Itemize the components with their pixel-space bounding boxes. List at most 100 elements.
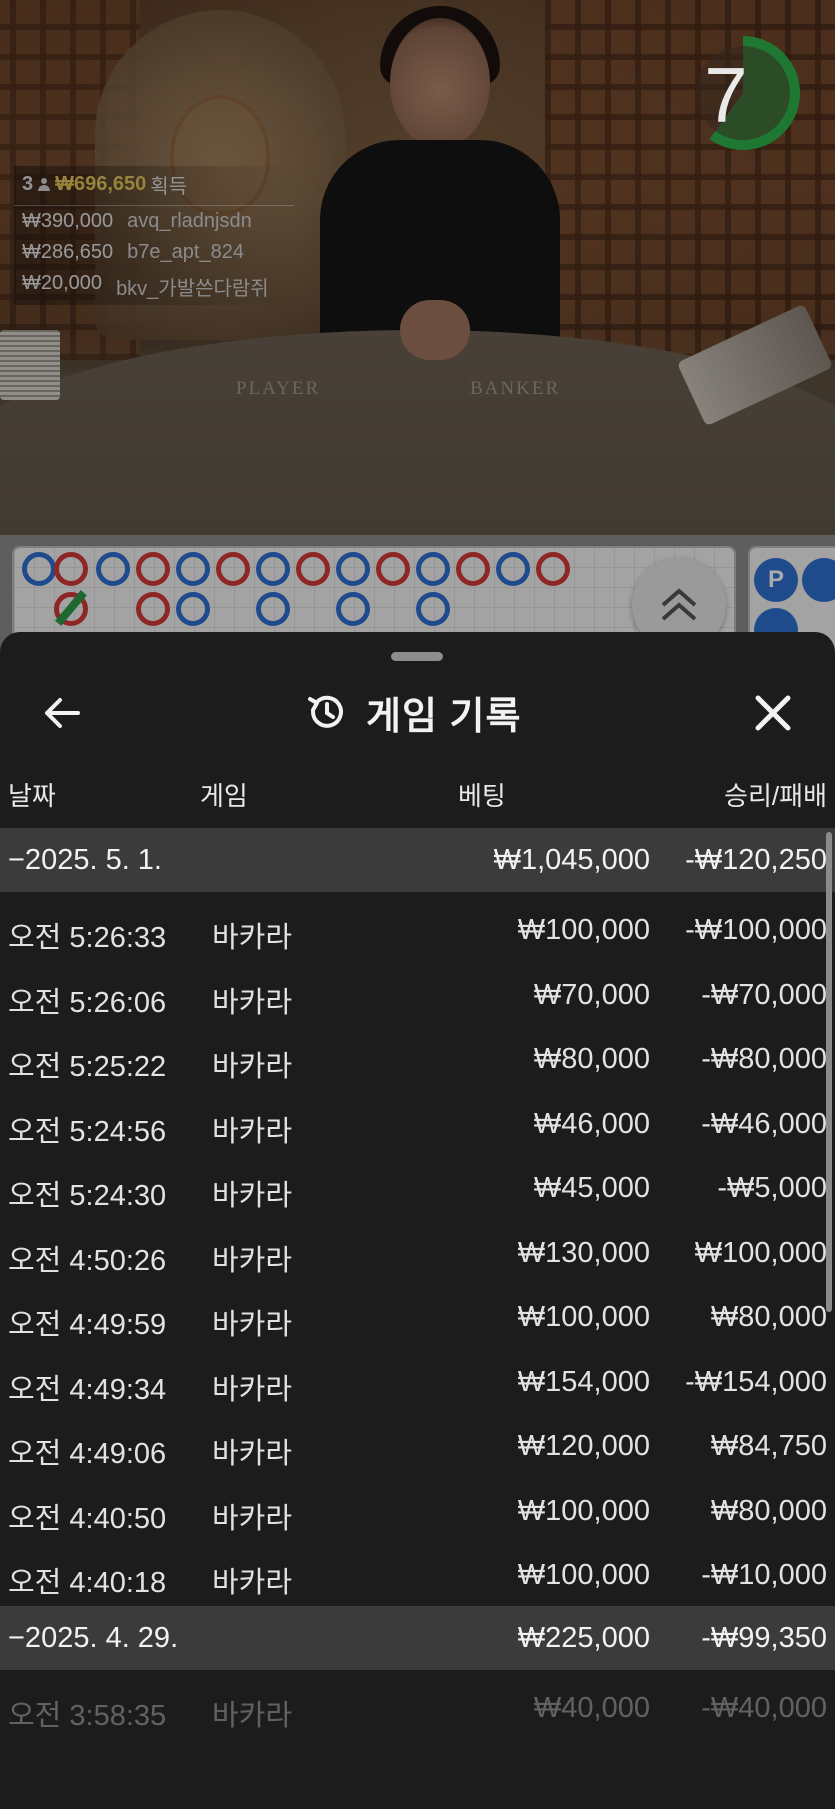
player-ring bbox=[96, 552, 130, 586]
history-result: ₩80,000 bbox=[710, 1494, 827, 1527]
history-game: 바카라 bbox=[212, 1373, 293, 1406]
history-game: 바카라 bbox=[212, 986, 293, 1019]
winners-header: 3 ₩696,650 획득 bbox=[14, 166, 294, 206]
history-time: 오전 4:49:34 bbox=[8, 1373, 167, 1406]
history-bet: ₩70,000 bbox=[533, 978, 650, 1011]
history-bet: ₩80,000 bbox=[533, 1043, 650, 1075]
banker-ring bbox=[54, 552, 88, 586]
history-game: 바카라 bbox=[212, 1309, 293, 1341]
history-bet: ₩154,000 bbox=[517, 1365, 650, 1398]
history-game: 바카라 bbox=[212, 1115, 293, 1148]
group-date: −2025. 5. 1. bbox=[8, 844, 162, 876]
player-ring bbox=[256, 592, 290, 626]
history-result: ₩80,000 bbox=[710, 1301, 827, 1333]
column-header-bet: 베팅 bbox=[458, 781, 506, 811]
history-row[interactable]: 오전 5:24:30 바카라 ₩45,000 -₩5,000 bbox=[0, 1154, 835, 1219]
group-result-total: -₩99,350 bbox=[701, 1621, 827, 1654]
banker-ring bbox=[136, 552, 170, 586]
dealer-head bbox=[390, 18, 490, 148]
history-time: 오전 5:26:06 bbox=[8, 986, 167, 1019]
banker-ring bbox=[536, 552, 570, 586]
history-time: 오전 5:24:30 bbox=[8, 1180, 167, 1212]
banker-ring bbox=[216, 552, 250, 586]
winner-user: bkv_가발쓴다람쥐 bbox=[116, 278, 269, 300]
winners-total: ₩696,650 bbox=[55, 173, 147, 195]
history-time: 오전 3:58:35 bbox=[8, 1699, 167, 1732]
history-bet: ₩45,000 bbox=[533, 1172, 650, 1204]
sheet-title-group: 게임 기록 bbox=[304, 686, 521, 738]
history-row[interactable]: 오전 4:49:59 바카라 ₩100,000 ₩80,000 bbox=[0, 1283, 835, 1348]
back-arrow-icon bbox=[45, 698, 80, 728]
winner-user: avq_rladnjsdn bbox=[127, 210, 252, 232]
history-bet: ₩130,000 bbox=[517, 1236, 650, 1269]
winners-panel: 3 ₩696,650 획득 ₩390,000 avq_rladnjsdn ₩28… bbox=[14, 166, 294, 305]
close-button[interactable] bbox=[748, 688, 798, 738]
card-stack bbox=[0, 330, 60, 400]
winner-row: ₩20,000 bkv_가발쓴다람쥐 bbox=[14, 268, 294, 305]
history-game: 바카라 bbox=[212, 1180, 293, 1212]
history-game: 바카라 bbox=[212, 922, 293, 954]
player-ring bbox=[416, 592, 450, 626]
group-result-total: -₩120,250 bbox=[685, 844, 827, 876]
history-result: ₩100,000 bbox=[694, 1236, 827, 1269]
history-row[interactable]: 오전 5:25:22 바카라 ₩80,000 -₩80,000 bbox=[0, 1025, 835, 1090]
history-row[interactable]: 오전 4:49:06 바카라 ₩120,000 ₩84,750 bbox=[0, 1412, 835, 1477]
history-row[interactable]: 오전 5:24:56 바카라 ₩46,000 -₩46,000 bbox=[0, 1090, 835, 1155]
history-bet: ₩100,000 bbox=[517, 914, 650, 946]
history-game: 바카라 bbox=[212, 1502, 293, 1535]
player-ring bbox=[176, 552, 210, 586]
sheet-title: 게임 기록 bbox=[366, 695, 522, 738]
winner-amount: ₩390,000 bbox=[22, 210, 114, 232]
history-time: 오전 4:40:18 bbox=[8, 1567, 167, 1599]
history-time: 오전 4:50:26 bbox=[8, 1244, 167, 1277]
player-ring bbox=[336, 552, 370, 586]
scrollbar[interactable] bbox=[826, 832, 832, 1312]
history-bet: ₩100,000 bbox=[517, 1301, 650, 1333]
date-group-row[interactable]: −2025. 4. 29. ₩225,000 -₩99,350 bbox=[0, 1605, 835, 1670]
history-game: 바카라 bbox=[212, 1699, 293, 1732]
history-time: 오전 5:24:56 bbox=[8, 1115, 167, 1148]
history-row[interactable]: 오전 5:26:33 바카라 ₩100,000 -₩100,000 bbox=[0, 896, 835, 961]
history-row[interactable]: 오전 4:40:18 바카라 ₩100,000 -₩10,000 bbox=[0, 1541, 835, 1606]
history-bet: ₩46,000 bbox=[533, 1107, 650, 1140]
table-label-banker: BANKER bbox=[470, 378, 561, 399]
winner-user: b7e_apt_824 bbox=[127, 241, 244, 263]
winners-suffix: 획득 bbox=[150, 176, 188, 198]
history-row[interactable]: 오전 3:58:35 바카라 ₩40,000 -₩40,000 bbox=[0, 1674, 835, 1739]
history-row[interactable]: 오전 4:49:34 바카라 ₩154,000 -₩154,000 bbox=[0, 1348, 835, 1413]
banker-ring bbox=[376, 552, 410, 586]
banker-ring bbox=[136, 592, 170, 626]
banker-ring bbox=[456, 552, 490, 586]
player-ring bbox=[496, 552, 530, 586]
winners-count: 3 bbox=[22, 173, 34, 195]
table-label-player: PLAYER bbox=[236, 378, 321, 399]
history-game: 바카라 bbox=[212, 1051, 293, 1083]
player-ring bbox=[22, 552, 56, 586]
history-game: 바카라 bbox=[212, 1567, 293, 1599]
history-list[interactable]: −2025. 5. 1. ₩1,045,000 -₩120,250 오전 5:26:3… bbox=[0, 828, 835, 1738]
sheet-header: 게임 기록 bbox=[0, 670, 835, 754]
player-bead bbox=[802, 558, 835, 602]
double-chevron-up-icon bbox=[661, 588, 697, 621]
history-row[interactable]: 오전 5:26:06 바카라 ₩70,000 -₩70,000 bbox=[0, 961, 835, 1026]
history-result: -₩5,000 bbox=[717, 1172, 827, 1204]
player-ring bbox=[416, 552, 450, 586]
history-result: -₩100,000 bbox=[685, 914, 827, 946]
live-video-feed: PLAYER BANKER 7 3 ₩696,650 획득 ₩390,000 a… bbox=[0, 0, 835, 535]
history-time: 오전 5:26:33 bbox=[8, 922, 167, 954]
group-date: −2025. 4. 29. bbox=[8, 1621, 179, 1654]
history-icon bbox=[308, 695, 343, 728]
group-bet-total: ₩1,045,000 bbox=[493, 844, 650, 876]
person-icon bbox=[37, 177, 51, 192]
history-result: -₩80,000 bbox=[701, 1043, 827, 1075]
game-history-sheet: 게임 기록 날짜 게임 베팅 승리/패배 −2025. 5. 1. ₩1,045,… bbox=[0, 632, 835, 1809]
drag-handle[interactable] bbox=[391, 652, 443, 661]
date-group-row[interactable]: −2025. 5. 1. ₩1,045,000 -₩120,250 bbox=[0, 828, 835, 892]
history-bet: ₩120,000 bbox=[517, 1430, 650, 1462]
history-row[interactable]: 오전 4:50:26 바카라 ₩130,000 ₩100,000 bbox=[0, 1219, 835, 1284]
history-result: ₩84,750 bbox=[710, 1430, 827, 1462]
player-bead: P bbox=[754, 558, 798, 602]
history-row[interactable]: 오전 4:40:50 바카라 ₩100,000 ₩80,000 bbox=[0, 1477, 835, 1542]
history-result: -₩10,000 bbox=[701, 1559, 827, 1591]
back-button[interactable] bbox=[38, 690, 88, 736]
